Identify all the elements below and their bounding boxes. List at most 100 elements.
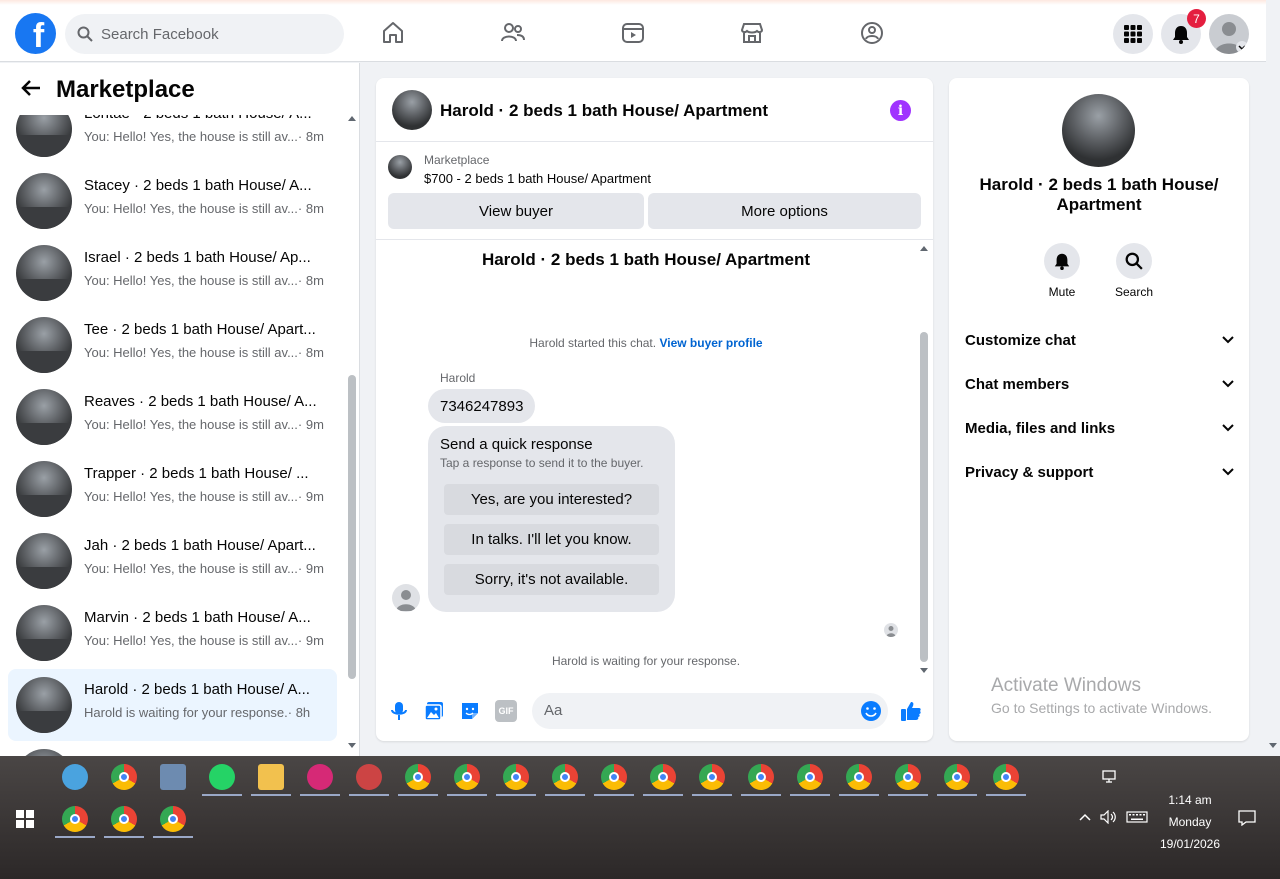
calculator-icon[interactable] [160,764,186,790]
privacy-support-row[interactable]: Privacy & support [965,452,1235,492]
conversation-item[interactable]: Tee · 2 beds 1 bath House/ Apart... You: … [8,309,337,381]
conversation-item[interactable]: Harold · 2 beds 1 bath House/ A... Harold… [8,669,337,741]
network-icon[interactable] [1102,770,1118,784]
file-explorer-icon[interactable] [258,764,284,790]
chrome-profile-icon[interactable] [503,764,529,790]
media-files-links-row[interactable]: Media, files and links [965,408,1235,448]
notification-center-icon[interactable] [1238,810,1256,826]
info-icon[interactable]: i [890,100,911,121]
details-avatar[interactable] [1062,94,1135,167]
like-thumb-icon[interactable] [900,700,922,722]
conversation-time: · 8m [297,201,324,216]
photo-icon[interactable] [423,700,445,722]
conversation-name: Harold · 2 beds 1 bath House/ A... [84,681,310,698]
chevron-up-icon[interactable] [1078,812,1092,822]
chrome-profile-icon[interactable] [601,764,627,790]
taskbar-clock[interactable]: 1:14 am Monday 19/01/2026 [1155,789,1225,855]
app-icon[interactable] [62,764,88,790]
scroll-down-arrow-icon[interactable] [347,742,357,750]
more-options-button[interactable]: More options [648,193,921,229]
view-buyer-profile-link[interactable]: View buyer profile [659,336,762,350]
chrome-profile-icon[interactable] [895,764,921,790]
chrome-profile-icon[interactable] [552,764,578,790]
sender-name: Harold [440,371,476,385]
conversation-item[interactable]: Reaves · 2 beds 1 bath House/ A... You: H… [8,381,337,453]
menu-grid-icon [1124,25,1142,43]
taskbar-running-indicator [986,794,1026,796]
emoji-icon[interactable] [860,700,882,722]
sender-avatar [392,584,420,612]
keyboard-icon[interactable] [1126,811,1148,823]
gif-icon[interactable]: GIF [495,700,517,722]
chrome-profile-icon[interactable] [993,764,1019,790]
page-scroll-down-icon[interactable] [1268,742,1278,750]
scroll-up-arrow-icon[interactable] [347,114,357,122]
conversation-name: Stacey · 2 beds 1 bath House/ A... [84,177,312,194]
conversation-name: Jah · 2 beds 1 bath House/ Apart... [84,537,316,554]
friends-icon[interactable] [500,20,526,46]
conversation-thumbnail [16,389,72,445]
snipping-tool-icon[interactable] [356,764,382,790]
conversation-preview: Harold is waiting for your response. · 8h [84,705,311,720]
conversation-item[interactable]: Marvin · 2 beds 1 bath House/ A... You: H… [8,597,337,669]
chat-header-title[interactable]: Harold · 2 beds 1 bath House/ Apartment [440,101,768,121]
profile-avatar[interactable] [1209,14,1249,54]
back-arrow-icon[interactable] [20,77,42,106]
sticker-icon[interactable] [459,700,481,722]
marketplace-icon[interactable] [739,20,765,46]
page-scrollbar[interactable] [1266,0,1280,756]
left-scrollbar-thumb[interactable] [348,375,356,679]
chevron-down-icon [1222,336,1234,344]
chrome-profile-icon[interactable] [454,764,480,790]
chrome-window-icon[interactable] [111,806,137,832]
conversation-item[interactable]: Jah · 2 beds 1 bath House/ Apart... You: … [8,525,337,597]
conversation-item[interactable]: Israel · 2 beds 1 bath House/ Ap... You: … [8,237,337,309]
whatsapp-icon[interactable] [209,764,235,790]
view-buyer-button[interactable]: View buyer [388,193,644,229]
facebook-logo[interactable]: f [15,13,56,54]
microphone-icon[interactable] [388,700,410,722]
message-input-box[interactable] [532,693,888,729]
listing-title[interactable]: $700 - 2 beds 1 bath House/ Apartment [424,171,651,186]
conversation-item[interactable]: Stacey · 2 beds 1 bath House/ A... You: H… [8,165,337,237]
groups-icon[interactable] [859,20,885,46]
chat-members-row[interactable]: Chat members [965,364,1235,404]
search-box[interactable] [65,14,344,54]
message-bubble[interactable]: 7346247893 [428,389,536,423]
chrome-profile-icon[interactable] [405,764,431,790]
chat-scroll-up-icon[interactable] [919,244,929,252]
marketplace-listing-box: Marketplace $700 - 2 beds 1 bath House/ … [376,142,933,240]
customize-chat-row[interactable]: Customize chat [965,320,1235,360]
search-input[interactable] [101,25,321,43]
menu-grid-button[interactable] [1113,14,1153,54]
chrome-window-icon[interactable] [160,806,186,832]
volume-icon[interactable] [1100,810,1118,824]
conversation-time: · 9m [297,489,324,504]
quick-response-yes-button[interactable]: Yes, are you interested? [444,484,659,515]
conversation-name: Reaves · 2 beds 1 bath House/ A... [84,393,317,410]
conversation-item[interactable]: Trapper · 2 beds 1 bath House/ ... You: H… [8,453,337,525]
chat-scrollbar-thumb[interactable] [920,332,928,662]
quick-response-not-available-button[interactable]: Sorry, it's not available. [444,564,659,595]
taskbar-running-indicator [447,794,487,796]
conversation-item-partial[interactable] [8,741,337,756]
chat-scroll-down-icon[interactable] [919,667,929,675]
mute-button[interactable]: Mute [1032,243,1092,299]
search-in-chat-button[interactable]: Search [1104,243,1164,299]
chrome-profile-icon[interactable] [944,764,970,790]
chrome-profile-icon[interactable] [846,764,872,790]
chrome-profile-icon[interactable] [748,764,774,790]
chrome-icon[interactable] [111,764,137,790]
chrome-window-icon[interactable] [62,806,88,832]
chrome-profile-icon[interactable] [650,764,676,790]
message-input[interactable] [544,702,844,719]
quick-response-in-talks-button[interactable]: In talks. I'll let you know. [444,524,659,555]
taskbar-running-indicator [153,836,193,838]
chat-header-avatar[interactable] [392,90,432,130]
watch-icon[interactable] [620,20,646,46]
chrome-profile-icon[interactable] [797,764,823,790]
windows-start-icon[interactable] [16,810,34,828]
chrome-profile-icon[interactable] [699,764,725,790]
instagram-icon[interactable] [307,764,333,790]
home-icon[interactable] [380,20,406,46]
